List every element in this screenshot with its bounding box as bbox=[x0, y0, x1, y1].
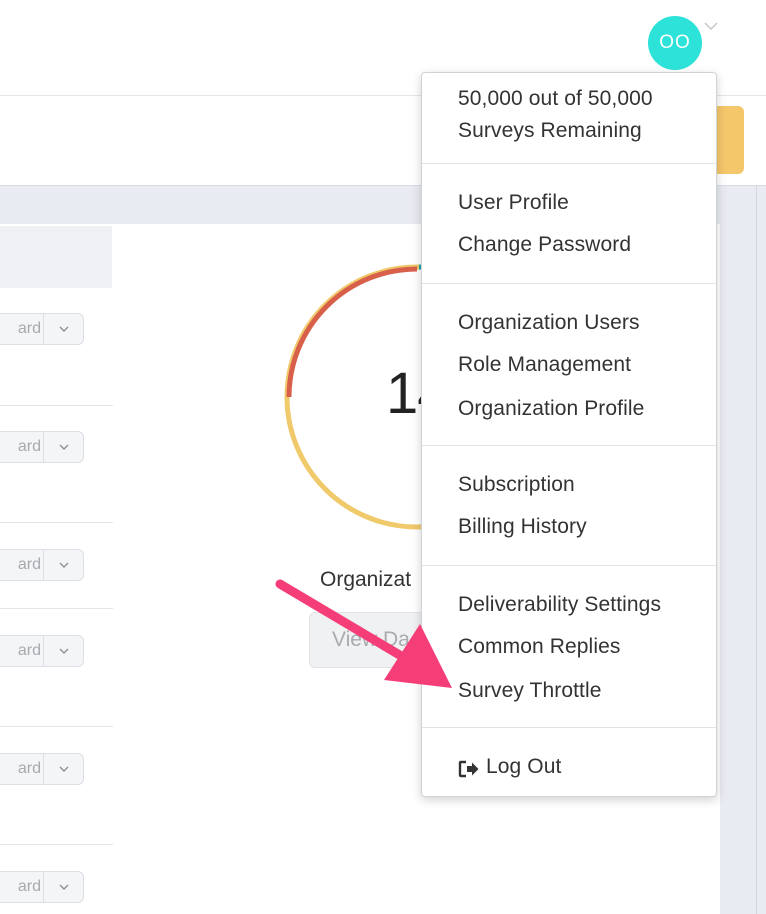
menu-item-log-out[interactable]: Log Out bbox=[486, 755, 561, 779]
dashboard-split-button[interactable]: ard bbox=[0, 431, 84, 463]
chevron-down-icon[interactable] bbox=[44, 314, 83, 344]
chevron-down-icon[interactable] bbox=[44, 636, 83, 666]
chevron-down-icon[interactable] bbox=[703, 20, 719, 32]
menu-item-deliverability-settings[interactable]: Deliverability Settings bbox=[458, 593, 661, 617]
list-header bbox=[0, 226, 112, 288]
row-divider bbox=[0, 405, 113, 406]
chevron-down-icon[interactable] bbox=[44, 550, 83, 580]
menu-item-billing-history[interactable]: Billing History bbox=[458, 515, 587, 539]
row-divider bbox=[0, 522, 113, 523]
menu-divider bbox=[422, 163, 716, 164]
survey-quota-line2: Surveys Remaining bbox=[458, 119, 642, 142]
menu-item-role-management[interactable]: Role Management bbox=[458, 353, 631, 377]
right-gutter bbox=[720, 186, 766, 914]
menu-divider bbox=[422, 445, 716, 446]
dashboard-split-button[interactable]: ard bbox=[0, 313, 84, 345]
chevron-down-icon[interactable] bbox=[44, 872, 83, 902]
split-button-label[interactable]: ard bbox=[0, 636, 43, 666]
row-divider bbox=[0, 844, 113, 845]
menu-divider bbox=[422, 283, 716, 284]
split-button-label[interactable]: ard bbox=[0, 550, 43, 580]
menu-divider bbox=[422, 727, 716, 728]
menu-item-subscription[interactable]: Subscription bbox=[458, 473, 575, 497]
dashboard-split-button[interactable]: ard bbox=[0, 635, 84, 667]
user-dropdown-menu: 50,000 out of 50,000 Surveys Remaining U… bbox=[421, 72, 717, 797]
dashboard-split-button[interactable]: ard bbox=[0, 871, 84, 903]
menu-divider bbox=[422, 565, 716, 566]
view-dashboard-label: View Da bbox=[332, 628, 410, 651]
split-button-label[interactable]: ard bbox=[0, 872, 43, 902]
user-avatar[interactable]: OO bbox=[648, 16, 702, 70]
menu-item-survey-throttle[interactable]: Survey Throttle bbox=[458, 679, 602, 703]
chevron-down-icon[interactable] bbox=[44, 432, 83, 462]
dashboard-split-button[interactable]: ard bbox=[0, 549, 84, 581]
menu-item-organization-users[interactable]: Organization Users bbox=[458, 311, 640, 335]
survey-quota-line1: 50,000 out of 50,000 bbox=[458, 87, 653, 110]
sign-out-icon bbox=[458, 760, 479, 778]
menu-item-change-password[interactable]: Change Password bbox=[458, 233, 631, 257]
menu-item-organization-profile[interactable]: Organization Profile bbox=[458, 397, 644, 421]
dashboard-split-button[interactable]: ard bbox=[0, 753, 84, 785]
organization-label: Organizat bbox=[320, 568, 412, 591]
split-button-label[interactable]: ard bbox=[0, 314, 43, 344]
chevron-down-icon[interactable] bbox=[44, 754, 83, 784]
menu-item-user-profile[interactable]: User Profile bbox=[458, 191, 569, 215]
split-button-label[interactable]: ard bbox=[0, 754, 43, 784]
scroll-track[interactable] bbox=[756, 186, 757, 914]
row-divider bbox=[0, 608, 113, 609]
app-screen: OO n ard ard ard ard ard ard bbox=[0, 0, 766, 914]
menu-item-common-replies[interactable]: Common Replies bbox=[458, 635, 620, 659]
row-divider bbox=[0, 726, 113, 727]
split-button-label[interactable]: ard bbox=[0, 432, 43, 462]
